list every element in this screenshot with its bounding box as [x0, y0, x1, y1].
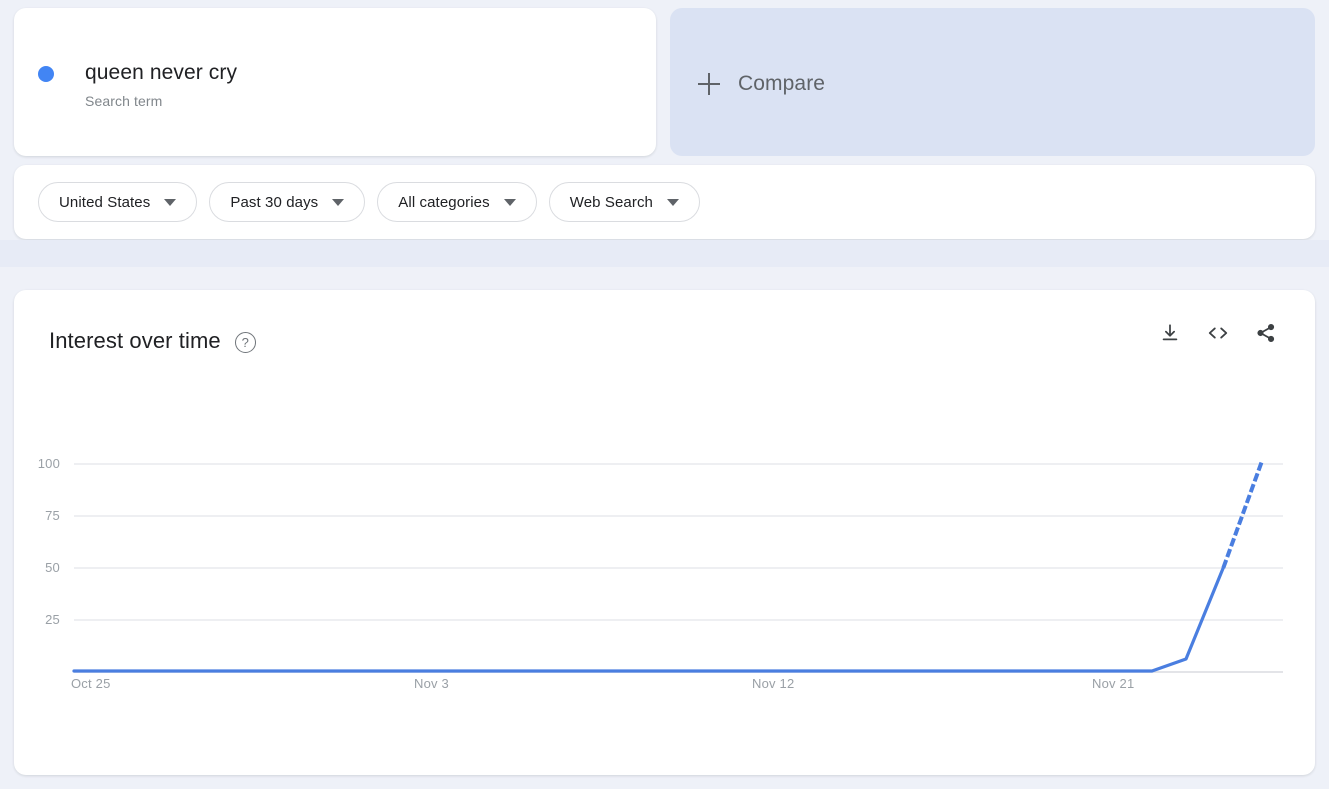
chevron-down-icon — [332, 198, 345, 206]
background-band-lower — [0, 267, 1329, 290]
share-icon[interactable] — [1253, 320, 1279, 346]
filter-category-dropdown[interactable]: All categories — [377, 182, 537, 222]
embed-code-icon[interactable] — [1205, 320, 1231, 346]
help-circle-icon[interactable]: ? — [234, 331, 256, 353]
series-line-solid — [72, 564, 1226, 673]
x-axis-label-1: Nov 3 — [414, 676, 449, 691]
series-color-dot — [38, 66, 54, 82]
compare-card[interactable]: Compare — [670, 8, 1315, 156]
search-term-content: queen never cry Search term — [38, 60, 237, 111]
background-band-upper — [0, 240, 1329, 267]
page-title: Interest over time — [49, 328, 221, 353]
chart-plot-svg — [72, 458, 1283, 673]
compare-content: Compare — [698, 72, 825, 96]
filter-location-dropdown[interactable]: United States — [38, 182, 198, 222]
y-axis-label-25: 25 — [45, 612, 60, 627]
search-term-texts: queen never cry Search term — [85, 60, 237, 111]
filter-timerange-dropdown[interactable]: Past 30 days — [209, 182, 366, 222]
y-axis-label-50: 50 — [45, 560, 60, 575]
filter-timerange-label: Past 30 days — [230, 193, 319, 211]
search-term-title: queen never cry — [85, 61, 238, 84]
chevron-down-icon — [164, 198, 177, 206]
series-line-dotted — [1221, 458, 1265, 569]
filter-category-label: All categories — [398, 193, 490, 211]
download-icon[interactable] — [1157, 320, 1183, 346]
search-term-row: queen never cry Search term Compare — [0, 0, 1329, 156]
search-term-card[interactable]: queen never cry Search term — [14, 8, 656, 156]
y-axis-label-75: 75 — [45, 508, 60, 523]
search-term-subtitle: Search term — [85, 93, 163, 109]
chevron-down-icon — [503, 198, 516, 206]
chevron-down-icon — [667, 198, 679, 206]
x-axis-label-3: Nov 21 — [1092, 676, 1135, 691]
chart-header: Interest over time ? — [49, 328, 256, 354]
filter-bar: United States Past 30 days All categorie… — [14, 165, 1315, 239]
x-axis-label-2: Nov 12 — [752, 676, 795, 691]
filter-searchtype-label: Web Search — [569, 193, 653, 211]
plus-icon — [698, 73, 720, 95]
interest-over-time-card: Interest over time ? 100 75 50 25 Oct 25… — [14, 290, 1315, 775]
interest-over-time-chart: 100 75 50 25 Oct 25 Nov 3 Nov 12 Nov 21 — [14, 290, 1315, 775]
filter-location-label: United States — [59, 193, 151, 211]
filter-chip-row: United States Past 30 days All categorie… — [38, 182, 712, 222]
compare-label: Compare — [738, 72, 826, 95]
chart-action-bar — [1157, 320, 1279, 346]
filter-searchtype-dropdown[interactable]: Web Search — [548, 182, 700, 222]
x-axis-label-0: Oct 25 — [71, 676, 111, 691]
y-axis-label-100: 100 — [37, 456, 60, 471]
